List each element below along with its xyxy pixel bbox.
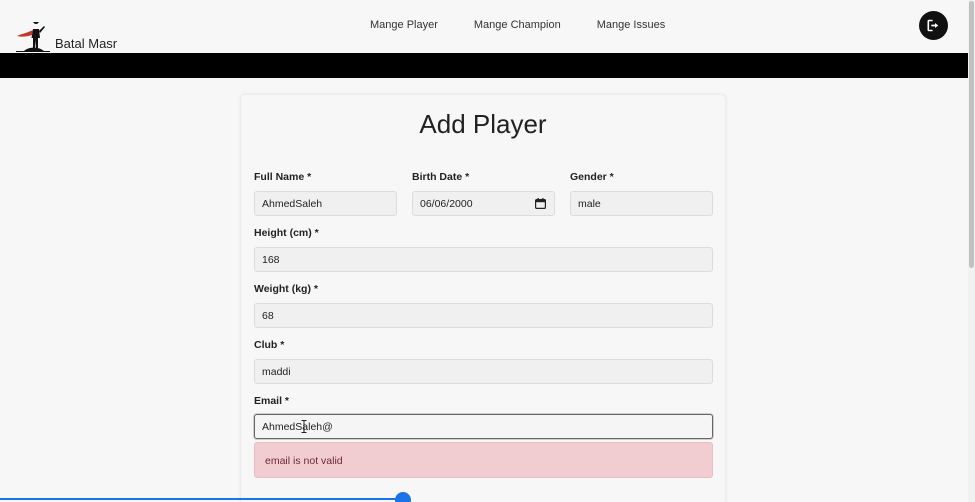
birth-date-field[interactable] xyxy=(412,191,555,216)
birth-date-label: Birth Date * xyxy=(412,171,470,183)
brand-name: Batal Masr xyxy=(55,36,118,51)
full-name-input[interactable] xyxy=(254,191,397,216)
progress-line xyxy=(0,498,400,500)
weight-input[interactable] xyxy=(254,303,713,328)
gender-label: Gender * xyxy=(570,171,614,183)
logout-icon xyxy=(927,19,938,32)
nav-link-mange-player[interactable]: Mange Player xyxy=(370,19,438,31)
add-player-card: Add Player Full Name * Birth Date * Gend… xyxy=(240,94,726,502)
text-cursor-icon xyxy=(301,420,307,433)
club-label: Club * xyxy=(254,339,285,351)
scrollbar-thumb[interactable] xyxy=(969,1,974,268)
email-label: Email * xyxy=(254,395,290,407)
email-error-alert: email is not valid xyxy=(254,442,713,478)
progress-indicator[interactable] xyxy=(395,492,411,502)
nav-link-mange-issues[interactable]: Mange Issues xyxy=(597,19,665,31)
page-title: Add Player xyxy=(419,109,547,139)
weight-label: Weight (kg) * xyxy=(254,283,318,295)
club-input[interactable] xyxy=(254,359,713,384)
full-name-label: Full Name * xyxy=(254,171,312,183)
height-input[interactable] xyxy=(254,247,713,272)
gender-input[interactable] xyxy=(570,191,713,216)
brand[interactable]: Batal Masr xyxy=(16,22,117,52)
navbar: Batal Masr Mange Player Mange Champion M… xyxy=(0,0,968,53)
logout-button[interactable] xyxy=(919,11,948,40)
calendar-icon[interactable] xyxy=(535,198,546,209)
page: Batal Masr Mange Player Mange Champion M… xyxy=(0,0,975,502)
nav-links: Mange Player Mange Champion Mange Issues xyxy=(370,19,701,31)
height-label: Height (cm) * xyxy=(254,227,319,239)
email-input[interactable] xyxy=(254,414,713,439)
nav-link-mange-champion[interactable]: Mange Champion xyxy=(474,19,561,31)
birth-date-input[interactable] xyxy=(412,191,555,216)
header-black-bar xyxy=(0,53,968,78)
superhero-logo-icon xyxy=(16,22,50,52)
